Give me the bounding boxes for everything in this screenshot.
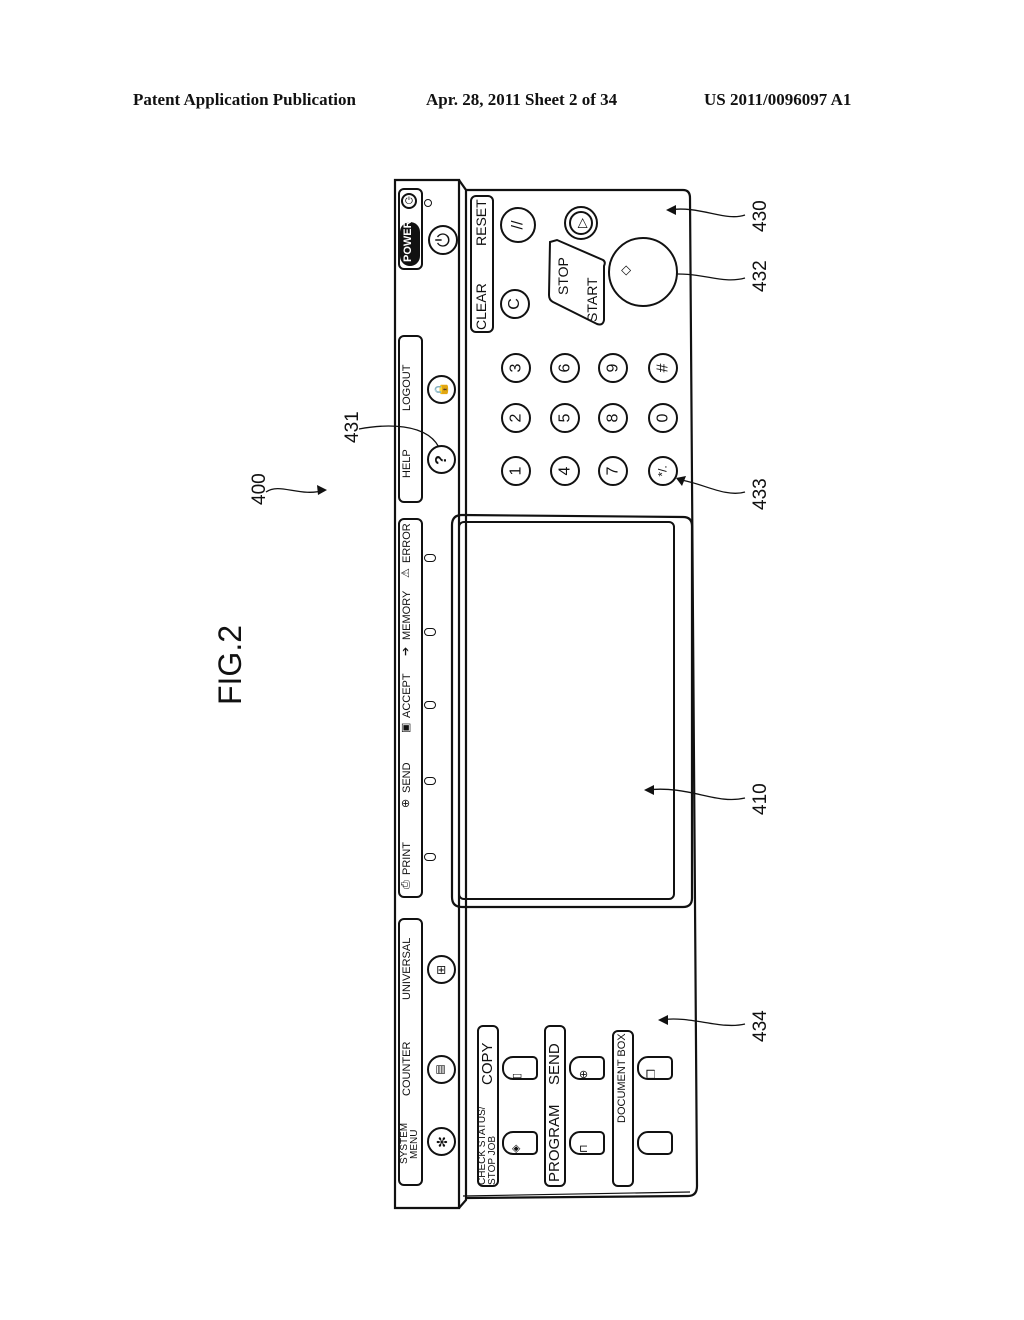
document-box-icon: ❐ [646,1069,658,1079]
start-label: START [584,277,600,322]
copy-label: COPY [479,1042,496,1085]
keypad-key-label: 6 [556,363,573,373]
keypad-key-label: # [654,363,671,373]
keypad-key-label: 4 [556,466,573,476]
keypad-key[interactable]: 9 [598,353,628,383]
program-label: PROGRAM [546,1104,563,1182]
keypad-key[interactable]: 0 [648,403,678,433]
program-icon: ⊓ [578,1144,590,1153]
keypad-key[interactable]: 5 [550,403,580,433]
status-diamond-icon: ◈ [510,1144,522,1153]
keypad-key[interactable]: */. [648,456,678,486]
keypad-key-label: 0 [654,413,671,423]
keypad-key-label: 9 [604,363,621,373]
keypad-key-label: 2 [507,413,524,423]
keypad-key[interactable]: # [648,353,678,383]
send-label: SEND [546,1043,563,1085]
keypad-key-label: 3 [507,363,524,373]
keypad-key-label: 1 [507,466,524,476]
stop-start-frame [547,238,606,326]
stop-button[interactable]: ▷ [564,206,598,240]
keypad-key[interactable]: 3 [501,353,531,383]
start-diamond-icon: ◇ [617,265,633,276]
keypad-key-label: */. [656,465,670,477]
send-doc-icon: ⊕ [578,1069,590,1079]
stop-icon: ▷ [569,211,593,235]
copy-doc-icon: ▯ [511,1072,523,1079]
stop-label: STOP [555,257,571,295]
start-button[interactable]: ◇ [608,237,678,307]
document-box-label: DOCUMENT BOX [616,1033,628,1123]
keypad-key-label: 7 [604,466,621,476]
keypad-key[interactable]: 8 [598,403,628,433]
keypad-key[interactable]: 4 [550,456,580,486]
keypad-key[interactable]: 2 [501,403,531,433]
keypad-key[interactable]: 7 [598,456,628,486]
keypad-key[interactable]: 1 [501,456,531,486]
check-status-label-line2: STOP JOB [487,1135,498,1185]
keypad-key[interactable]: 6 [550,353,580,383]
blank-function-button[interactable] [637,1131,673,1155]
keypad-key-label: 8 [604,413,621,423]
keypad-key-label: 5 [556,413,573,423]
